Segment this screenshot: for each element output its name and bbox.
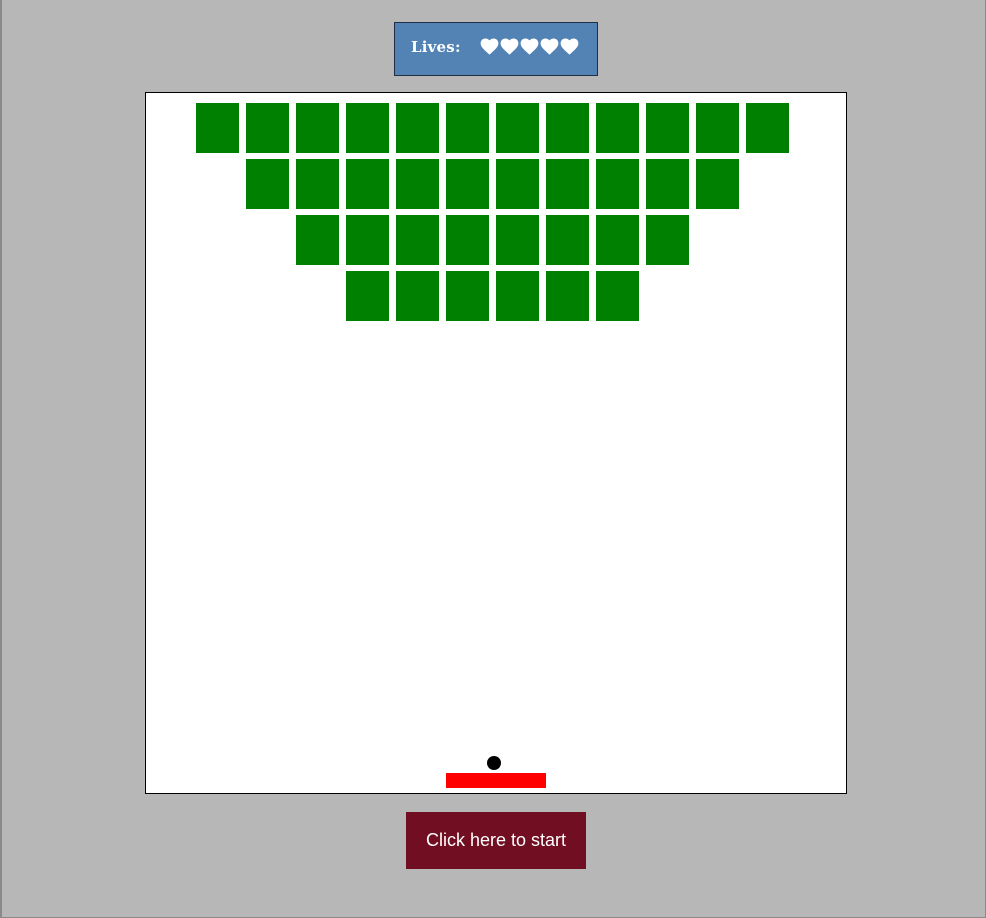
brick bbox=[546, 215, 589, 265]
brick bbox=[246, 103, 289, 153]
brick bbox=[546, 103, 589, 153]
brick bbox=[496, 215, 539, 265]
brick bbox=[446, 103, 489, 153]
brick bbox=[446, 159, 489, 209]
brick bbox=[596, 159, 639, 209]
heart-icon bbox=[500, 38, 519, 55]
brick bbox=[346, 271, 389, 321]
brick bbox=[746, 103, 789, 153]
brick bbox=[396, 215, 439, 265]
brick bbox=[646, 103, 689, 153]
heart-icon bbox=[560, 38, 579, 55]
brick bbox=[246, 159, 289, 209]
brick bbox=[496, 271, 539, 321]
game-board[interactable] bbox=[145, 92, 847, 794]
brick bbox=[696, 103, 739, 153]
brick bbox=[596, 215, 639, 265]
brick bbox=[496, 103, 539, 153]
brick bbox=[396, 159, 439, 209]
brick bbox=[446, 215, 489, 265]
brick bbox=[446, 271, 489, 321]
brick bbox=[546, 159, 589, 209]
heart-icon bbox=[540, 38, 559, 55]
lives-hearts bbox=[480, 38, 579, 55]
brick bbox=[196, 103, 239, 153]
brick bbox=[646, 215, 689, 265]
heart-icon bbox=[520, 38, 539, 55]
heart-icon bbox=[480, 38, 499, 55]
brick bbox=[346, 103, 389, 153]
brick bbox=[496, 159, 539, 209]
lives-label: Lives: bbox=[411, 38, 461, 56]
brick bbox=[696, 159, 739, 209]
brick bbox=[346, 159, 389, 209]
lives-panel: Lives: bbox=[394, 22, 598, 76]
brick bbox=[396, 103, 439, 153]
brick bbox=[596, 103, 639, 153]
ball bbox=[487, 756, 501, 770]
brick bbox=[296, 159, 339, 209]
start-button[interactable]: Click here to start bbox=[406, 812, 586, 869]
paddle[interactable] bbox=[446, 773, 546, 788]
brick bbox=[296, 215, 339, 265]
brick bbox=[296, 103, 339, 153]
brick bbox=[396, 271, 439, 321]
brick bbox=[646, 159, 689, 209]
brick bbox=[596, 271, 639, 321]
brick bbox=[346, 215, 389, 265]
brick bbox=[546, 271, 589, 321]
